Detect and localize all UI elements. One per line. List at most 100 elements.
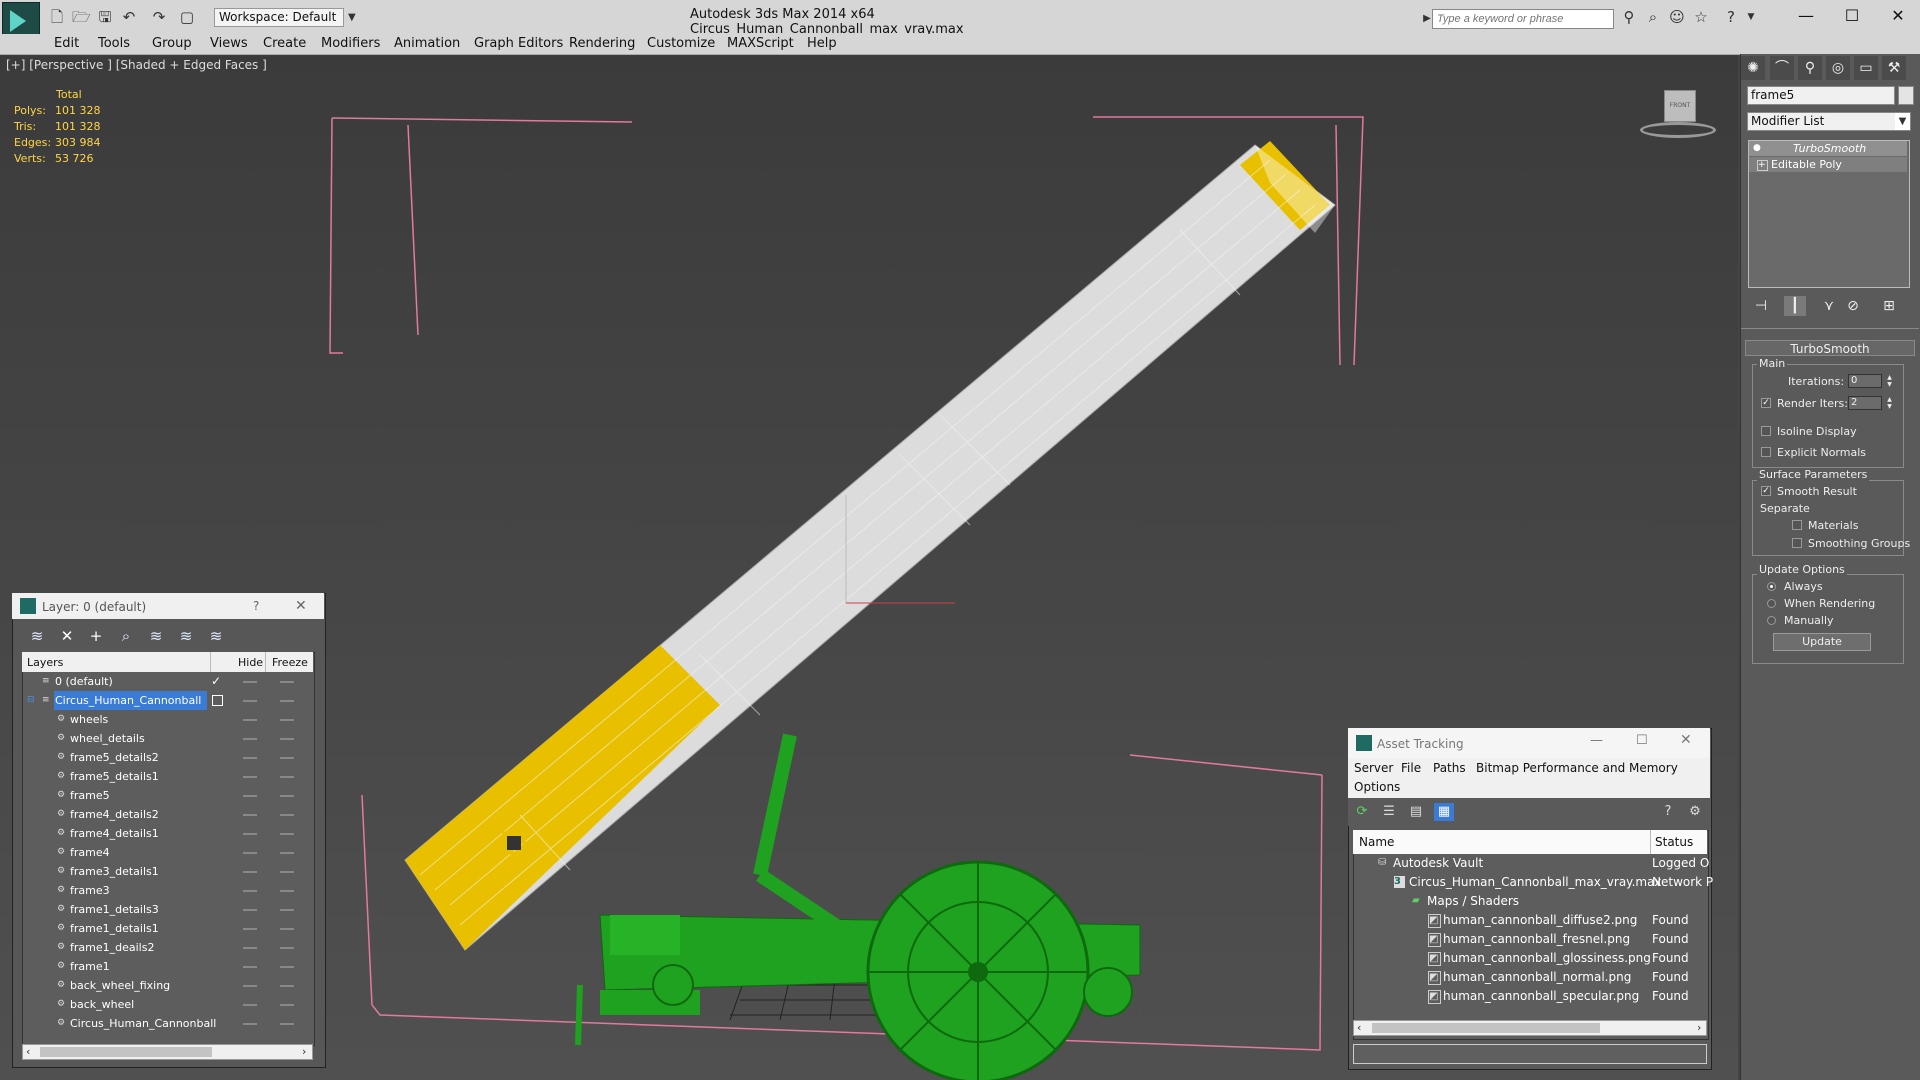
- menu-edit[interactable]: Edit: [54, 34, 79, 54]
- remove-modifier-icon[interactable]: ⊘: [1842, 296, 1864, 316]
- hide-toggle[interactable]: [243, 1004, 257, 1006]
- menu-customize[interactable]: Customize: [647, 34, 715, 54]
- rollout-turbosmooth[interactable]: TurboSmooth: [1745, 340, 1915, 356]
- layer-row[interactable]: ⚙ frame4: [23, 843, 312, 862]
- layer-row[interactable]: ⚙ Circus_Human_Cannonball: [23, 1014, 312, 1033]
- update-always-radio[interactable]: [1767, 582, 1776, 591]
- object-color-swatch[interactable]: [1898, 86, 1914, 105]
- layer-row[interactable]: ⚙ back_wheel: [23, 995, 312, 1014]
- close-button[interactable]: ✕: [1880, 4, 1916, 28]
- layer-row[interactable]: ⚙ wheels: [23, 710, 312, 729]
- hide-toggle[interactable]: [243, 833, 257, 835]
- freeze-toggle[interactable]: [280, 833, 294, 835]
- menu-tools[interactable]: Tools: [98, 34, 130, 54]
- chevron-down-icon[interactable]: ▼: [1895, 113, 1910, 130]
- menu-file[interactable]: File: [1401, 761, 1421, 775]
- save-icon[interactable]: 🖫: [96, 8, 114, 26]
- hide-toggle[interactable]: [243, 719, 257, 721]
- freeze-toggle[interactable]: [280, 681, 294, 683]
- layer-row[interactable]: ⚙ back_wheel_fixing: [23, 976, 312, 995]
- user-icon[interactable]: ☺: [1668, 8, 1686, 26]
- scroll-left-icon[interactable]: ‹: [1357, 1021, 1361, 1034]
- make-unique-icon[interactable]: ⋎: [1818, 296, 1840, 316]
- layer-row[interactable]: ⚙ frame1_details3: [23, 900, 312, 919]
- hide-toggle[interactable]: [243, 871, 257, 873]
- maximize-button[interactable]: ☐: [1834, 4, 1870, 28]
- table-view-icon[interactable]: ▤: [1406, 803, 1426, 821]
- menu-server[interactable]: Server: [1354, 761, 1393, 775]
- freeze-toggle[interactable]: [280, 757, 294, 759]
- search-input[interactable]: [1432, 9, 1614, 29]
- workspace-dropdown[interactable]: Workspace: Default: [214, 8, 344, 27]
- freeze-toggle[interactable]: [280, 890, 294, 892]
- render-iters-spinner[interactable]: 2: [1848, 396, 1882, 410]
- menu-help[interactable]: Help: [807, 34, 837, 54]
- iterations-spinner[interactable]: 0: [1848, 374, 1882, 388]
- hide-toggle[interactable]: [243, 738, 257, 740]
- display-tab-icon[interactable]: ▭: [1854, 56, 1878, 80]
- menu-animation[interactable]: Animation: [394, 34, 460, 54]
- asset-row[interactable]: ◩ human_cannonball_fresnel.png Found: [1354, 930, 1706, 949]
- hide-toggle[interactable]: [243, 700, 257, 702]
- create-tab-icon[interactable]: ✺: [1741, 56, 1765, 80]
- smooth-result-checkbox[interactable]: ✓: [1761, 486, 1771, 496]
- help-icon[interactable]: ?: [1722, 8, 1740, 26]
- close-button[interactable]: ✕: [1680, 732, 1692, 748]
- layer-row[interactable]: ≡ 0 (default) ✓: [23, 672, 312, 691]
- hide-toggle[interactable]: [243, 681, 257, 683]
- column-header-freeze[interactable]: Freeze: [272, 656, 308, 669]
- hide-toggle[interactable]: [243, 890, 257, 892]
- asset-row[interactable]: ◩ human_cannonball_diffuse2.png Found: [1354, 911, 1706, 930]
- freeze-toggle[interactable]: [280, 909, 294, 911]
- pin-stack-icon[interactable]: ⊣: [1750, 296, 1772, 316]
- minimize-button[interactable]: —: [1590, 733, 1603, 748]
- update-rendering-radio[interactable]: [1767, 599, 1776, 608]
- expand-plus-icon[interactable]: +: [1757, 160, 1768, 171]
- viewcube-face[interactable]: FRONT: [1664, 90, 1696, 122]
- search-icon[interactable]: ⌕: [1644, 8, 1662, 26]
- modifier-list-dropdown[interactable]: Modifier List: [1747, 112, 1911, 131]
- menu-bitmap-performance[interactable]: Bitmap Performance and Memory: [1476, 761, 1678, 775]
- layer-row[interactable]: ⚙ frame1_deails2: [23, 938, 312, 957]
- hierarchy-tab-icon[interactable]: ⚲: [1798, 56, 1822, 80]
- create-layer-icon[interactable]: ≋: [26, 626, 48, 646]
- show-end-result-icon[interactable]: ┃: [1784, 296, 1806, 316]
- list-view-icon[interactable]: ☰: [1379, 803, 1399, 821]
- freeze-toggle[interactable]: [280, 966, 294, 968]
- hide-toggle[interactable]: [243, 795, 257, 797]
- lightbulb-icon[interactable]: ●: [1753, 144, 1762, 153]
- open-file-icon[interactable]: 🗁: [72, 8, 91, 26]
- column-header-name[interactable]: Name: [1359, 835, 1394, 849]
- freeze-toggle[interactable]: [280, 1023, 294, 1025]
- layer-row[interactable]: ⚙ frame3_details1: [23, 862, 312, 881]
- column-header-status[interactable]: Status: [1655, 835, 1693, 849]
- modify-tab-icon[interactable]: ⌒: [1770, 56, 1794, 80]
- hide-toggle[interactable]: [243, 757, 257, 759]
- isoline-checkbox[interactable]: [1761, 426, 1771, 436]
- configure-sets-icon[interactable]: ⊞: [1878, 296, 1900, 316]
- freeze-toggle[interactable]: [280, 719, 294, 721]
- asset-row[interactable]: ⛁ Autodesk Vault Logged O: [1354, 854, 1709, 873]
- asset-row[interactable]: ▰ Maps / Shaders: [1354, 892, 1706, 911]
- freeze-toggle[interactable]: [280, 700, 294, 702]
- minimize-button[interactable]: —: [1788, 4, 1824, 28]
- help-button[interactable]: ?: [253, 599, 259, 613]
- update-button[interactable]: Update: [1773, 633, 1871, 651]
- freeze-toggle[interactable]: [280, 985, 294, 987]
- add-to-layer-icon[interactable]: +: [85, 626, 107, 646]
- stack-item-editable-poly[interactable]: + Editable Poly: [1749, 157, 1907, 172]
- menu-maxscript[interactable]: MAXScript: [727, 34, 794, 54]
- star-icon[interactable]: ☆: [1692, 8, 1710, 26]
- freeze-toggle[interactable]: [280, 795, 294, 797]
- menu-group[interactable]: Group: [152, 34, 192, 54]
- binoculars-icon[interactable]: ⚲: [1620, 8, 1638, 26]
- freeze-toggle[interactable]: [280, 814, 294, 816]
- menu-views[interactable]: Views: [210, 34, 248, 54]
- hide-toggle[interactable]: [243, 966, 257, 968]
- undo-icon[interactable]: ↶: [120, 8, 138, 26]
- collapse-minus-icon[interactable]: ⊟: [27, 696, 36, 705]
- asset-row[interactable]: ◩ human_cannonball_normal.png Found: [1354, 968, 1706, 987]
- chevron-down-icon[interactable]: ▼: [1742, 8, 1760, 26]
- layer-row[interactable]: ⚙ frame5_details2: [23, 748, 312, 767]
- freeze-toggle[interactable]: [280, 776, 294, 778]
